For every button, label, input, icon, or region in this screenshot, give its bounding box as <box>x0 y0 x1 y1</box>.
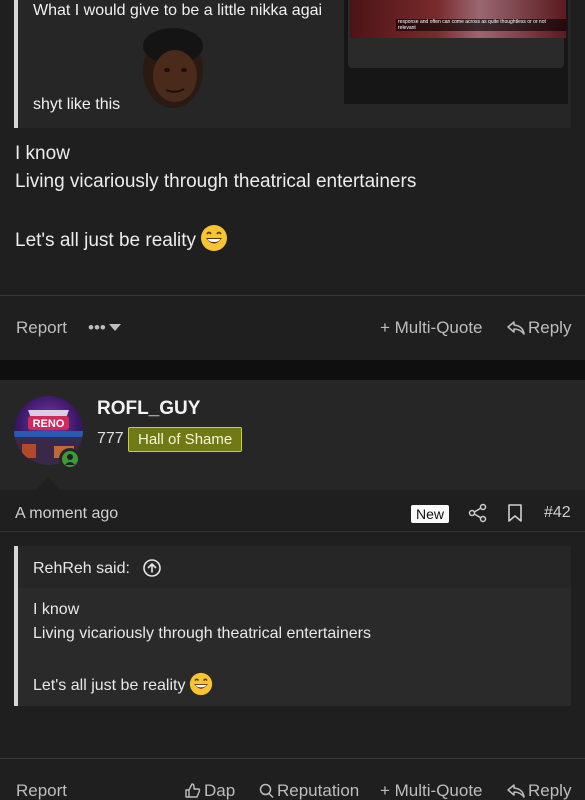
user-icon <box>65 454 75 465</box>
reply-label: Reply <box>528 318 572 337</box>
video-embed[interactable]: response and often can come across as qu… <box>344 0 568 104</box>
quote-text-line: shyt like this <box>33 96 121 113</box>
new-badge: New <box>411 505 450 523</box>
arrow-up-circle-icon[interactable] <box>142 558 162 578</box>
post-text: Let's all just be reality <box>15 230 197 251</box>
share-icon[interactable] <box>468 503 488 523</box>
reply-button[interactable]: Reply <box>507 781 571 800</box>
reputation-button[interactable]: Reputation <box>259 781 359 800</box>
bookmark-icon[interactable] <box>506 503 524 523</box>
report-link[interactable]: Report <box>16 781 67 800</box>
chevron-down-icon[interactable] <box>109 324 121 331</box>
reply-label: Reply <box>528 781 572 800</box>
dap-button[interactable]: Dap <box>184 781 235 800</box>
reputation-label: Reputation <box>277 781 360 800</box>
quote-block: What I would give to be a little nikka a… <box>14 0 571 128</box>
quote-body: I know Living vicariously through theatr… <box>33 598 371 698</box>
reply-icon <box>507 784 525 798</box>
quote-text-line: I know <box>33 601 80 618</box>
thumbs-up-icon <box>185 783 201 798</box>
dap-label: Dap <box>204 781 236 800</box>
quote-text-line: What I would give to be a little nikka a… <box>33 2 323 19</box>
username[interactable]: ROFL_GUY <box>97 398 200 420</box>
quote-text: Let's all just be reality <box>33 677 186 694</box>
multi-quote-button[interactable]: + Multi-Quote <box>380 318 483 338</box>
post-actions-bar: Report ••• + Multi-Quote Reply <box>0 295 585 359</box>
embed-card: response and often can come across as qu… <box>348 0 566 68</box>
embed-caption: response and often can come across as qu… <box>396 19 566 31</box>
avatar-text: RENO <box>33 418 65 430</box>
quote-header: RehReh said: <box>18 546 571 588</box>
post-timestamp[interactable]: A moment ago <box>15 505 118 523</box>
quote-author[interactable]: RehReh said: <box>33 560 130 578</box>
quote-text-line: Living vicariously through theatrical en… <box>33 625 371 642</box>
grinning-face-icon <box>190 672 213 696</box>
online-status-icon <box>59 448 81 470</box>
post-meta: A moment ago New #42 <box>0 490 585 532</box>
search-icon <box>259 783 274 799</box>
header-pointer <box>36 478 60 490</box>
post-previous: What I would give to be a little nikka a… <box>0 0 585 360</box>
reaction-face-image <box>143 28 203 108</box>
reply-icon <box>507 321 525 335</box>
post-text-line: Living vicariously through theatrical en… <box>15 171 417 192</box>
post-text-line: Let's all just be reality <box>15 224 416 255</box>
post-text-line: I know <box>15 143 70 164</box>
multi-quote-button[interactable]: + Multi-Quote <box>380 781 483 800</box>
user-points: 777 <box>97 430 124 447</box>
report-link[interactable]: Report <box>16 318 67 338</box>
post-actions-bar: Report Dap Reputation + Multi-Quote Repl… <box>0 758 585 800</box>
post-number-link[interactable]: #42 <box>544 504 571 522</box>
more-options-button[interactable]: ••• <box>88 318 106 338</box>
quote-text-line: Let's all just be reality <box>33 672 371 698</box>
reply-button[interactable]: Reply <box>507 318 571 338</box>
post-user-header: RENO ROFL_GUY 777 Hall of Shame <box>0 380 585 490</box>
post-body: I know Living vicariously through theatr… <box>15 140 416 255</box>
post: RENO ROFL_GUY 777 Hall of Shame A moment… <box>0 380 585 800</box>
user-title-badge: Hall of Shame <box>128 427 243 452</box>
embed-thumbnail: response and often can come across as qu… <box>350 0 566 38</box>
quote-block: RehReh said: I know Living vicariously t… <box>14 546 571 706</box>
grinning-face-icon <box>201 225 228 251</box>
post-separator <box>0 360 585 380</box>
